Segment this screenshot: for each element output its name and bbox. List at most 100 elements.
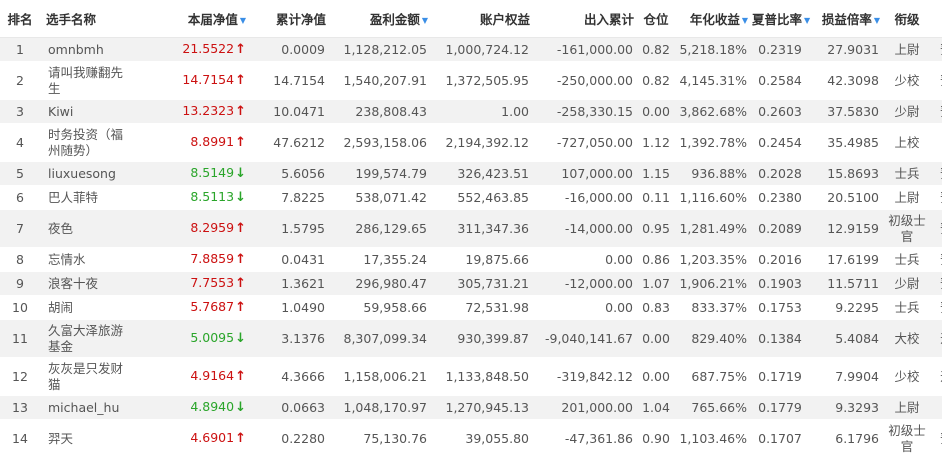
annual-return-cell: 833.37%	[676, 295, 750, 320]
period-nav-cell: 4.6901↑	[132, 419, 248, 458]
position-cell: 1.04	[636, 395, 676, 420]
sharpe-cell: 0.1903	[750, 271, 810, 296]
player-name-cell[interactable]: 巴人菲特	[40, 185, 132, 210]
table-row[interactable]: 1 omnbmh 21.5522↑ 0.0009 1,128,212.05 1,000,7…	[0, 37, 942, 62]
triangle-down-icon[interactable]: ▼	[422, 16, 428, 25]
table-row[interactable]: 12 灰灰是只发财猫 4.9164↑ 4.3666 1,158,006.21 1,133,…	[0, 357, 942, 396]
flow-cell-text: -9,040,141.67	[544, 330, 633, 346]
period-nav-cell: 4.9164↑	[132, 357, 248, 396]
player-name-cell[interactable]: 时务投资（福州随势）	[40, 123, 132, 162]
pl-ratio-cell-text: 42.3098	[827, 72, 879, 88]
triangle-down-icon[interactable]: ▼	[742, 16, 748, 25]
player-name-cell[interactable]: 久富大泽旅游基金	[40, 319, 132, 358]
sharpe-cell-text: 0.2454	[758, 134, 802, 150]
table-row[interactable]: 7 夜色 8.2959↑ 1.5795 286,129.65 311,347.36 -14,…	[0, 209, 942, 248]
col-sharpe-header[interactable]: 夏普比率 ▼	[750, 0, 810, 38]
table-row[interactable]: 9 浪客十夜 7.7553↑ 1.3621 296,980.47 305,731.21 -1…	[0, 271, 942, 296]
col-pl-ratio-header[interactable]: 损益倍率 ▼	[810, 0, 882, 38]
arrow-up-icon: ↑	[235, 276, 246, 291]
table-row[interactable]: 8 忘情水 7.8859↑ 0.0431 17,355.24 19,875.66 0.00 0…	[0, 247, 942, 272]
rank-title-cell: 士兵	[882, 247, 932, 272]
position-cell-text: 1.15	[642, 165, 670, 181]
table-row[interactable]: 6 巴人菲特 8.5113↓ 7.8225 538,071.42 552,463.85 -1…	[0, 185, 942, 210]
profit-cell-text: 538,071.42	[355, 189, 427, 205]
force-cell: 远征军	[932, 357, 942, 396]
cumulative-nav-cell-text: 10.0471	[273, 103, 325, 119]
annual-return-cell: 1,116.60%	[676, 185, 750, 210]
rank-cell: 14	[0, 419, 40, 458]
position-cell-text: 1.07	[642, 275, 670, 291]
sharpe-cell-text: 0.2319	[758, 41, 802, 57]
cumulative-nav-cell: 0.0431	[248, 247, 328, 272]
equity-cell: 1.00	[430, 99, 532, 124]
equity-cell-text: 1,372,505.95	[445, 72, 530, 88]
rank-title-cell: 初级士官	[882, 419, 932, 458]
player-name-cell[interactable]: 羿天	[40, 419, 132, 458]
annual-return-cell: 1,103.46%	[676, 419, 750, 458]
player-name-cell-text: 胡闹	[48, 299, 74, 315]
rank-cell-text: 3	[16, 103, 24, 119]
cumulative-nav-cell-text: 1.5795	[281, 220, 325, 236]
table-row[interactable]: 5 liuxuesong 8.5149↓ 5.6056 199,574.79 326,42…	[0, 161, 942, 186]
sharpe-cell: 0.2584	[750, 61, 810, 100]
triangle-down-icon[interactable]: ▼	[240, 16, 246, 25]
pl-ratio-cell-text: 20.5100	[827, 189, 879, 205]
table-row[interactable]: 11 久富大泽旅游基金 5.0095↓ 3.1376 8,307,099.34 930,3…	[0, 319, 942, 358]
player-name-cell[interactable]: 浪客十夜	[40, 271, 132, 296]
player-name-cell[interactable]: 灰灰是只发财猫	[40, 357, 132, 396]
sharpe-cell: 0.2089	[750, 209, 810, 248]
player-name-cell[interactable]: 胡闹	[40, 295, 132, 320]
player-name-cell[interactable]: 忘情水	[40, 247, 132, 272]
profit-cell: 538,071.42	[328, 185, 430, 210]
player-name-cell[interactable]: 夜色	[40, 209, 132, 248]
cumulative-nav-cell-text: 0.2280	[281, 430, 325, 446]
pl-ratio-cell-text: 9.2295	[835, 299, 879, 315]
rank-title-cell-text: 大校	[894, 330, 920, 346]
cumulative-nav-cell: 1.0490	[248, 295, 328, 320]
col-rank-header: 排名	[0, 0, 40, 38]
position-cell: 0.11	[636, 185, 676, 210]
rank-cell: 13	[0, 395, 40, 420]
flow-cell: -258,330.15	[532, 99, 636, 124]
rank-cell-text: 1	[16, 41, 24, 57]
sharpe-cell-text: 0.2028	[758, 165, 802, 181]
triangle-down-icon[interactable]: ▼	[874, 16, 880, 25]
arrow-up-icon: ↑	[235, 135, 246, 150]
player-name-cell[interactable]: liuxuesong	[40, 161, 132, 186]
annual-return-cell-text: 1,281.49%	[679, 220, 747, 236]
table-row[interactable]: 3 Kiwi 13.2323↑ 10.0471 238,808.43 1.00 -258,3…	[0, 99, 942, 124]
force-cell: 预备役	[932, 61, 942, 100]
player-name-cell[interactable]: michael_hu	[40, 395, 132, 420]
pl-ratio-cell-text: 27.9031	[827, 41, 879, 57]
table-row[interactable]: 2 请叫我赚翻先生 14.7154↑ 14.7154 1,540,207.91 1,372…	[0, 61, 942, 100]
profit-cell-text: 75,130.76	[363, 430, 427, 446]
col-profit-header[interactable]: 盈利金额 ▼	[328, 0, 430, 38]
col-annual-return-header[interactable]: 年化收益 ▼	[676, 0, 750, 38]
pl-ratio-cell: 6.1796	[810, 419, 882, 458]
cumulative-nav-cell: 0.0663	[248, 395, 328, 420]
rank-cell: 7	[0, 209, 40, 248]
table-row[interactable]: 14 羿天 4.6901↑ 0.2280 75,130.76 39,055.80 -47,3…	[0, 419, 942, 458]
col-player-name-label: 选手名称	[46, 12, 97, 27]
annual-return-cell: 829.40%	[676, 319, 750, 358]
table-row[interactable]: 10 胡闹 5.7687↑ 1.0490 59,958.66 72,531.98 0.00 0…	[0, 295, 942, 320]
flow-cell-text: -16,000.00	[564, 189, 633, 205]
player-name-cell[interactable]: 请叫我赚翻先生	[40, 61, 132, 100]
position-cell-text: 0.82	[642, 41, 670, 57]
equity-cell-text: 1,000,724.12	[445, 41, 530, 57]
table-row[interactable]: 4 时务投资（福州随势） 8.8991↑ 47.6212 2,593,158.06 2,1…	[0, 123, 942, 162]
col-period-nav-header[interactable]: 本届净值 ▼	[132, 0, 248, 38]
profit-cell-text: 59,958.66	[363, 299, 427, 315]
table-row[interactable]: 13 michael_hu 4.8940↓ 0.0663 1,048,170.97 1,2…	[0, 395, 942, 420]
flow-cell-text: 201,000.00	[561, 399, 633, 415]
col-cumulative-nav-label: 累计净值	[275, 12, 326, 27]
flow-cell: -9,040,141.67	[532, 319, 636, 358]
player-name-cell[interactable]: omnbmh	[40, 37, 132, 62]
player-name-cell[interactable]: Kiwi	[40, 99, 132, 124]
rank-cell-text: 4	[16, 134, 24, 150]
annual-return-cell-text: 5,218.18%	[679, 41, 747, 57]
pl-ratio-cell: 5.4084	[810, 319, 882, 358]
triangle-down-icon[interactable]: ▼	[804, 16, 810, 25]
arrow-down-icon: ↓	[235, 400, 246, 415]
pl-ratio-cell: 17.6199	[810, 247, 882, 272]
